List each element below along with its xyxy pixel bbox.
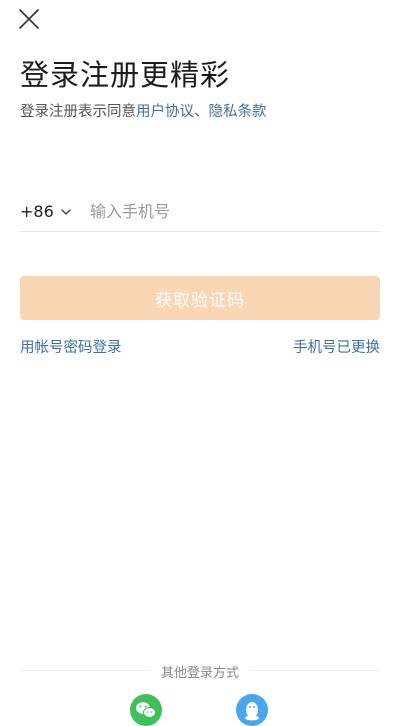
phone-number-input[interactable] [90,193,370,230]
page-title: 登录注册更精彩 [20,58,231,92]
country-code-selector[interactable]: +86 [20,194,90,230]
agreement-prefix: 登录注册表示同意 [20,104,136,120]
wechat-icon [136,702,156,718]
other-login-heading: 其他登录方式 [0,662,400,681]
close-button[interactable] [16,6,44,34]
privacy-policy-link[interactable]: 隐私条款 [209,104,267,120]
other-login-label: 其他登录方式 [150,666,249,681]
agreement-separator: 、 [194,104,209,120]
qq-icon [245,702,259,721]
user-agreement-link[interactable]: 用户协议 [136,104,194,120]
qq-login-button[interactable] [236,694,268,726]
get-verification-code-button[interactable]: 获取验证码 [20,276,380,320]
account-password-login-link[interactable]: 用帐号密码登录 [20,336,122,357]
phone-input-row: +86 [20,192,380,232]
country-code-label: +86 [20,202,54,221]
phone-changed-link[interactable]: 手机号已更换 [293,336,380,357]
wechat-login-button[interactable] [130,694,162,726]
close-icon [19,9,39,29]
chevron-down-icon [61,208,71,215]
agreement-text: 登录注册表示同意用户协议、隐私条款 [20,100,267,121]
